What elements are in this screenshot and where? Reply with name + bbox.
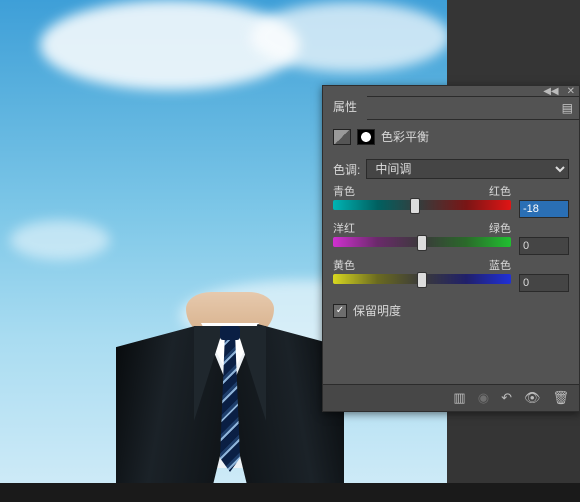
panel-menu-icon[interactable]: ▤ xyxy=(562,101,573,115)
slider-thumb[interactable] xyxy=(417,272,427,288)
color-slider-track[interactable] xyxy=(333,274,511,284)
toggle-visibility-icon[interactable]: 👁 xyxy=(524,390,541,406)
slider-left-label: 洋红 xyxy=(333,220,355,236)
tone-select[interactable]: 中间调 xyxy=(366,159,569,179)
panel-footer: ▥ ◉ ↶ 👁 🗑 xyxy=(323,384,579,411)
cloud xyxy=(250,2,447,72)
slider-value-input[interactable] xyxy=(519,237,569,255)
slider-left-label: 青色 xyxy=(333,183,355,199)
properties-panel: ◀◀ ✕ 属性 ▤ 色彩平衡 色调: 中间调 青色 红色洋红 绿色黄色 蓝色 ✓ 保留… xyxy=(322,85,580,412)
adjustment-title: 色彩平衡 xyxy=(381,128,429,145)
preserve-luminosity-checkbox[interactable]: ✓ xyxy=(333,304,347,318)
slider-value-input[interactable] xyxy=(519,200,569,218)
preserve-luminosity-label: 保留明度 xyxy=(353,302,401,319)
close-icon[interactable]: ✕ xyxy=(567,86,575,97)
balance-icon xyxy=(333,129,351,145)
slider-right-label: 绿色 xyxy=(489,220,511,236)
slider-thumb[interactable] xyxy=(417,235,427,251)
suit-figure xyxy=(120,298,340,483)
slider-right-label: 红色 xyxy=(489,183,511,199)
slider-left-label: 黄色 xyxy=(333,257,355,273)
clip-to-layer-icon[interactable]: ▥ xyxy=(453,390,465,406)
delete-icon[interactable]: 🗑 xyxy=(552,390,569,406)
color-slider-track[interactable] xyxy=(333,200,511,210)
slider-thumb[interactable] xyxy=(410,198,420,214)
workspace-bottom-strip xyxy=(0,483,580,502)
color-slider-track[interactable] xyxy=(333,237,511,247)
layer-mask-icon[interactable] xyxy=(357,129,375,145)
slider-right-label: 蓝色 xyxy=(489,257,511,273)
collapse-icon[interactable]: ◀◀ xyxy=(543,86,558,97)
view-previous-icon[interactable]: ◉ xyxy=(478,390,489,406)
tone-label: 色调: xyxy=(333,161,360,178)
reset-icon[interactable]: ↶ xyxy=(501,390,512,406)
tab-properties[interactable]: 属性 xyxy=(323,96,367,120)
slider-value-input[interactable] xyxy=(519,274,569,292)
cloud xyxy=(10,220,110,260)
